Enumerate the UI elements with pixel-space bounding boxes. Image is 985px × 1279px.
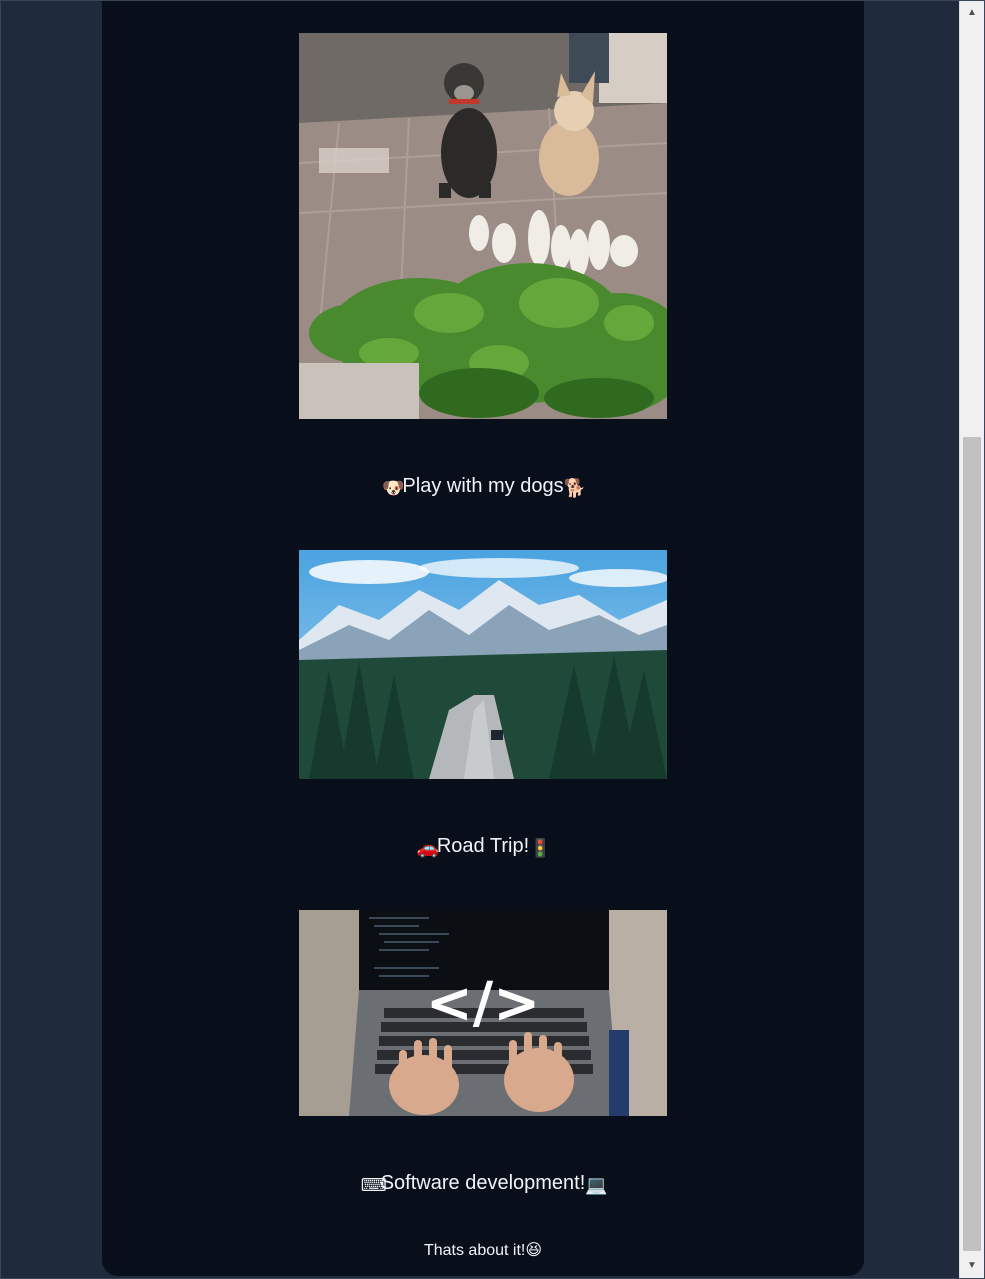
- dogs-photo: [299, 33, 667, 419]
- software-dev-caption: ⌨Software development!💻: [102, 1171, 864, 1197]
- keyboard-icon: ⌨: [360, 1175, 387, 1195]
- road-trip-caption: 🚗Road Trip!🚦: [102, 834, 864, 860]
- dog-face-icon: 🐶: [382, 478, 405, 498]
- scrollbar-thumb[interactable]: [963, 437, 981, 1251]
- footer-text: Thats about it!: [423, 1242, 526, 1259]
- road-trip-photo: [299, 550, 667, 779]
- scroll-up-arrow-icon[interactable]: ▲: [960, 1, 984, 25]
- laughing-face-icon: 😆: [525, 1242, 543, 1259]
- road-trip-caption-text: Road Trip!: [436, 835, 530, 857]
- content-card: 🐶Play with my dogs🐕 🚗Road Trip!🚦 </> ⌨So…: [102, 1, 864, 1276]
- browser-viewport: 🐶Play with my dogs🐕 🚗Road Trip!🚦 </> ⌨So…: [0, 0, 985, 1279]
- software-dev-photo: </>: [299, 910, 667, 1116]
- dogs-photo-graphic: [299, 33, 667, 419]
- traffic-light-icon: 🚦: [529, 838, 552, 858]
- road-trip-photo-graphic: [299, 550, 667, 779]
- footer: Thats about it!😆: [102, 1241, 864, 1261]
- dog-icon: 🐕: [563, 478, 586, 498]
- vertical-scrollbar[interactable]: ▲ ▼: [959, 1, 984, 1278]
- software-dev-photo-graphic: </>: [299, 910, 667, 1116]
- laptop-icon: 💻: [585, 1175, 608, 1195]
- dogs-caption: 🐶Play with my dogs🐕: [102, 474, 864, 500]
- dogs-caption-text: Play with my dogs: [402, 475, 564, 497]
- software-dev-caption-text: Software development!: [380, 1172, 586, 1194]
- scroll-down-arrow-icon[interactable]: ▼: [960, 1254, 984, 1278]
- svg-text:</>: </>: [426, 971, 540, 1036]
- car-icon: 🚗: [416, 838, 440, 858]
